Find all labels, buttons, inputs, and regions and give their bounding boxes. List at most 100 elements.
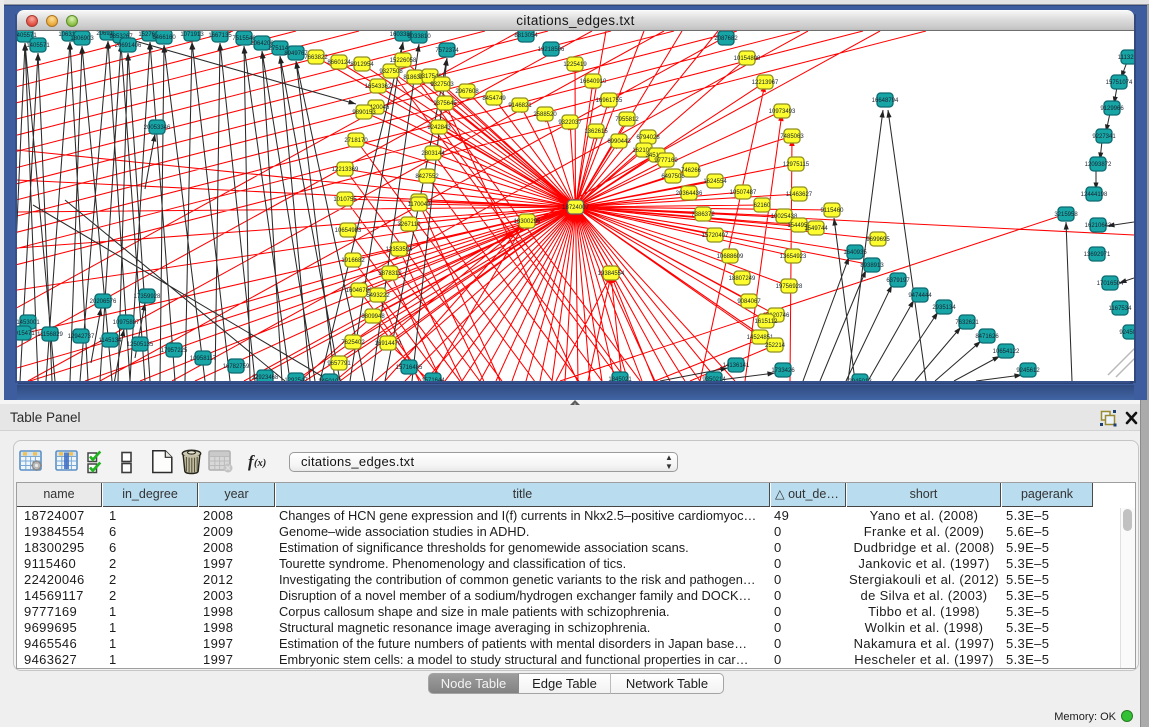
svg-text:10973493: 10973493	[769, 109, 796, 115]
svg-text:10975887: 10975887	[113, 320, 140, 326]
svg-text:16543362: 16543362	[365, 84, 392, 90]
svg-text:18724007: 18724007	[562, 205, 589, 211]
svg-text:1292547: 1292547	[284, 378, 308, 381]
svg-text:7625402: 7625402	[341, 340, 365, 346]
svg-text:7632621: 7632621	[955, 320, 979, 326]
svg-text:12213369: 12213369	[332, 167, 359, 173]
svg-text:6497508: 6497508	[661, 174, 685, 180]
svg-text:1170043: 1170043	[408, 202, 432, 208]
svg-text:1453001: 1453001	[17, 320, 40, 326]
svg-text:1615112: 1615112	[755, 319, 779, 325]
svg-text:8938913: 8938913	[860, 263, 884, 269]
svg-text:12923468: 12923468	[252, 375, 279, 381]
svg-text:9115460: 9115460	[821, 208, 845, 214]
svg-text:11156829: 11156829	[37, 332, 63, 338]
svg-text:252214: 252214	[765, 343, 786, 349]
svg-text:1145134: 1145134	[99, 338, 123, 344]
svg-text:12975115: 12975115	[783, 162, 810, 168]
svg-text:17016504: 17016504	[1097, 281, 1124, 287]
svg-text:12093872: 12093872	[1085, 162, 1112, 168]
svg-text:15720407: 15720407	[702, 233, 729, 239]
svg-text:19218506: 19218506	[538, 47, 565, 53]
svg-text:1362615: 1362615	[584, 129, 608, 135]
svg-text:6794028: 6794028	[636, 135, 660, 141]
svg-text:746266: 746266	[681, 168, 702, 174]
svg-text:1010755: 1010755	[333, 197, 357, 203]
svg-text:1624554: 1624554	[703, 179, 727, 185]
svg-text:16914479: 16914479	[375, 341, 402, 347]
svg-text:2450102: 2450102	[318, 379, 342, 381]
svg-text:(x): (x)	[254, 458, 266, 469]
svg-text:1916682: 1916682	[341, 258, 365, 264]
svg-text:2935134: 2935134	[932, 305, 956, 311]
svg-text:14136141: 14136141	[723, 363, 750, 369]
svg-text:15751074: 15751074	[1106, 80, 1133, 86]
svg-text:15226058: 15226058	[390, 58, 417, 64]
svg-text:10958117: 10958117	[190, 356, 217, 362]
svg-text:6033810: 6033810	[407, 34, 431, 40]
svg-text:8454749: 8454749	[482, 96, 506, 102]
svg-text:3267110: 3267110	[398, 222, 422, 228]
svg-text:7485063: 7485063	[780, 134, 804, 140]
svg-text:1071913: 1071913	[180, 32, 204, 38]
svg-text:10654122: 10654122	[993, 349, 1020, 355]
svg-text:8471626: 8471626	[975, 334, 999, 340]
svg-text:1405571: 1405571	[26, 43, 50, 49]
svg-text:1167534: 1167534	[1109, 306, 1133, 312]
svg-text:9375645: 9375645	[433, 101, 457, 107]
svg-text:2718170: 2718170	[344, 138, 368, 144]
svg-text:18807249: 18807249	[729, 276, 756, 282]
svg-text:9084067: 9084067	[737, 299, 761, 305]
svg-text:1571644: 1571644	[421, 378, 445, 381]
svg-text:9699695: 9699695	[866, 237, 890, 243]
svg-text:9890153: 9890153	[352, 110, 376, 116]
svg-text:12213967: 12213967	[752, 80, 779, 86]
svg-text:16782759: 16782759	[223, 364, 250, 370]
svg-text:7386372: 7386372	[691, 212, 715, 218]
svg-text:12942737: 12942737	[68, 334, 95, 340]
svg-text:20206576: 20206576	[90, 299, 117, 305]
svg-text:1640935: 1640935	[843, 250, 867, 256]
svg-text:19384554: 19384554	[598, 271, 625, 277]
svg-text:16210643: 16210643	[1085, 223, 1112, 229]
svg-text:62160: 62160	[754, 203, 771, 209]
svg-text:9915471: 9915471	[17, 331, 35, 337]
svg-text:11463627: 11463627	[786, 192, 813, 198]
svg-text:16648794: 16648794	[872, 98, 899, 104]
svg-text:9245612: 9245612	[1016, 368, 1040, 374]
svg-text:20364436: 20364436	[676, 191, 703, 197]
svg-text:1667135: 1667135	[208, 33, 232, 39]
svg-text:10154808: 10154808	[734, 56, 761, 62]
svg-text:9129966: 9129966	[1100, 106, 1124, 112]
svg-text:17957225: 17957225	[161, 348, 188, 354]
svg-text:2087682: 2087682	[714, 36, 738, 42]
svg-text:2967608: 2967608	[455, 89, 479, 95]
svg-text:2588520: 2588520	[533, 112, 557, 118]
svg-text:3878312: 3878312	[378, 271, 402, 277]
svg-text:7955812: 7955812	[615, 117, 639, 123]
svg-text:9327508: 9327508	[379, 69, 403, 75]
svg-text:8660124: 8660124	[327, 60, 351, 66]
svg-text:13692971: 13692971	[1084, 252, 1111, 258]
svg-text:12353594: 12353594	[386, 247, 413, 253]
svg-text:5493222: 5493222	[366, 293, 390, 299]
svg-text:9350214: 9350214	[702, 377, 726, 381]
svg-text:9474444: 9474444	[908, 293, 932, 299]
svg-text:15716485: 15716485	[396, 365, 423, 371]
svg-text:16961755: 16961755	[596, 98, 623, 104]
svg-text:1733426: 1733426	[771, 368, 795, 374]
svg-text:6466160: 6466160	[152, 35, 176, 41]
svg-text:18300295: 18300295	[514, 219, 541, 225]
svg-text:1845021: 1845021	[608, 377, 632, 381]
svg-text:2803144: 2803144	[421, 151, 445, 157]
svg-text:19756928: 19756928	[776, 284, 803, 290]
svg-text:8912954: 8912954	[350, 62, 374, 68]
svg-text:9809948: 9809948	[361, 314, 385, 320]
svg-text:13654923: 13654923	[780, 254, 807, 260]
svg-text:9657791: 9657791	[327, 361, 351, 367]
svg-text:6379197: 6379197	[886, 278, 910, 284]
svg-text:10507487: 10507487	[730, 190, 757, 196]
svg-text:1113254: 1113254	[1118, 55, 1134, 61]
svg-text:9227341: 9227341	[1092, 134, 1116, 140]
svg-text:8813054: 8813054	[514, 33, 538, 39]
